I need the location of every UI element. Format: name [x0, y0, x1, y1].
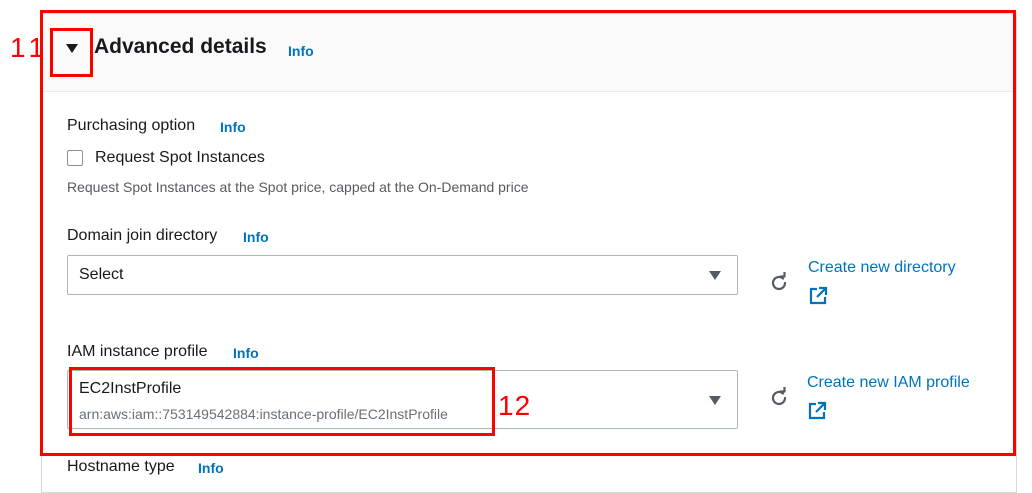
hostname-type-label: Hostname type [67, 458, 175, 475]
annotation-marker-11: 11 [10, 32, 50, 63]
hostname-info-link[interactable]: Info [198, 460, 224, 476]
annotation-marker-12: 12 [498, 390, 532, 421]
annotation-outline-expand [50, 28, 93, 77]
annotation-outline-iam [69, 367, 495, 436]
